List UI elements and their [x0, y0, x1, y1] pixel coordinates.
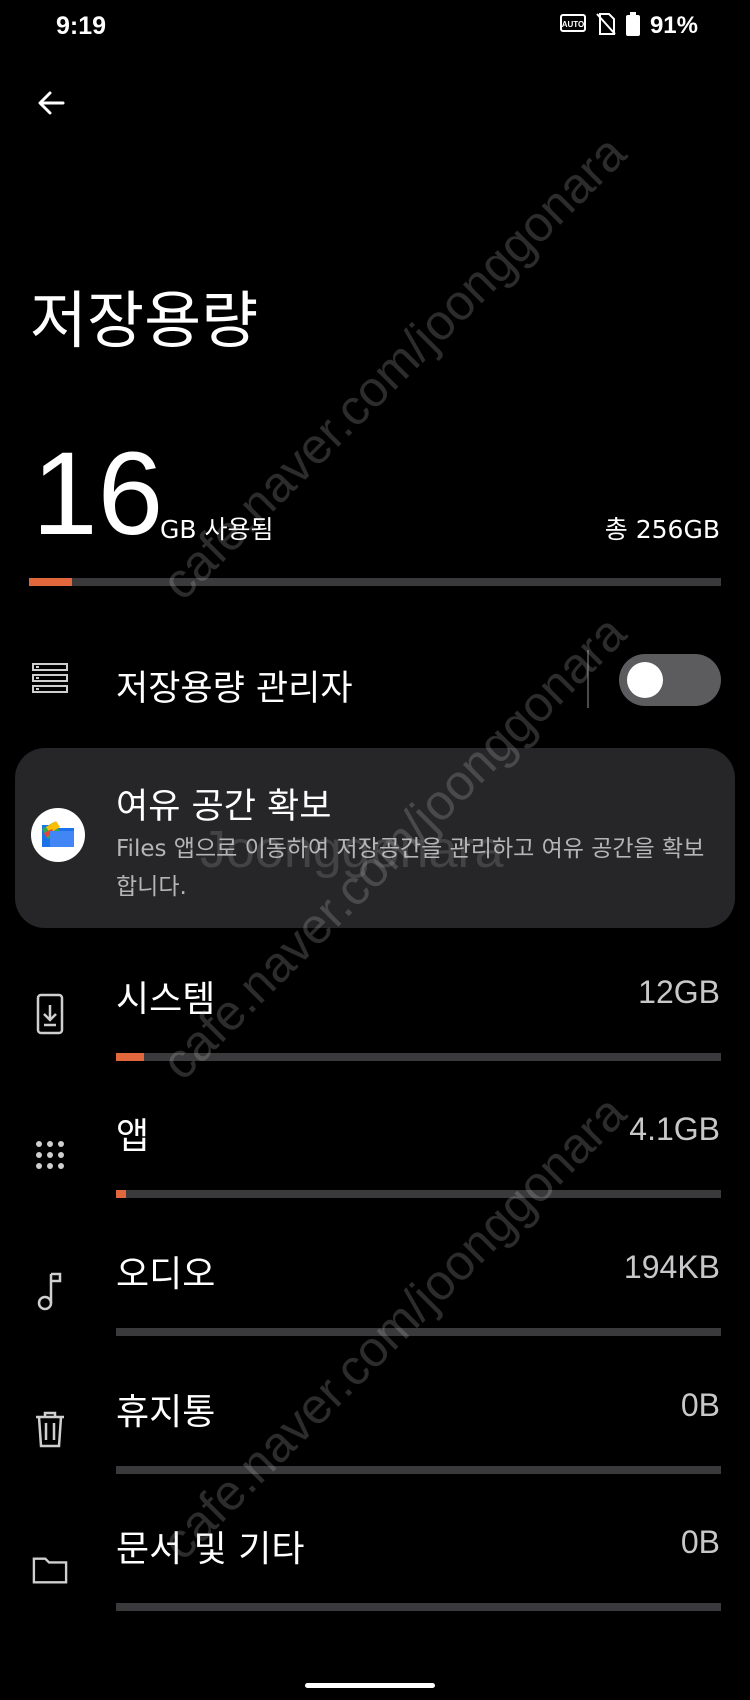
total-storage: 총 256GB [604, 515, 720, 544]
storage-list-icon [32, 660, 68, 700]
category-label: 오디오 [116, 1254, 216, 1295]
category-usage-bar [116, 1053, 721, 1061]
toggle-knob [627, 662, 663, 698]
divider [587, 650, 589, 708]
auto-brightness-icon: AUTO [559, 13, 586, 39]
storage-manager-toggle[interactable] [619, 654, 721, 706]
category-size: 12GB [638, 974, 720, 1010]
category-label: 문서 및 기타 [116, 1529, 305, 1570]
category-usage-bar [116, 1190, 721, 1198]
no-sim-icon [596, 12, 616, 40]
home-indicator[interactable] [305, 1683, 435, 1688]
category-label: 앱 [116, 1116, 150, 1157]
category-label: 시스템 [116, 979, 216, 1020]
category-usage-bar-fill [116, 1053, 145, 1061]
category-row-trash[interactable]: 휴지통 0B [0, 1383, 750, 1508]
system-update-icon [32, 990, 68, 1038]
category-row-documents[interactable]: 문서 및 기타 0B [0, 1520, 750, 1645]
category-size: 4.1GB [629, 1111, 720, 1147]
total-usage-bar-fill [29, 578, 73, 586]
free-up-space-card[interactable]: 여유 공간 확보 Files 앱으로 이동하여 저장공간을 관리하고 여유 공간… [15, 748, 735, 928]
category-size: 0B [680, 1387, 720, 1423]
category-size: 0B [680, 1524, 720, 1560]
used-storage-value: 16 [32, 428, 164, 560]
category-usage-bar [116, 1603, 721, 1611]
page-title: 저장용량 [30, 284, 259, 357]
back-arrow-icon [38, 91, 65, 115]
storage-manager-row[interactable]: 저장용량 관리자 [0, 640, 750, 720]
apps-grid-icon [32, 1131, 68, 1179]
free-up-space-description: Files 앱으로 이동하여 저장공간을 관리하고 여유 공간을 확보합니다. [116, 836, 705, 900]
status-time: 9:19 [56, 12, 107, 40]
status-icons: AUTO 91% [559, 12, 698, 40]
category-row-apps[interactable]: 앱 4.1GB [0, 1107, 750, 1232]
category-row-system[interactable]: 시스템 12GB [0, 970, 750, 1095]
category-size: 194KB [623, 1249, 720, 1285]
music-note-icon [32, 1267, 68, 1315]
trash-icon [32, 1405, 68, 1453]
svg-text:AUTO: AUTO [562, 20, 585, 29]
folder-icon [32, 1546, 68, 1594]
storage-manager-label: 저장용량 관리자 [116, 669, 353, 709]
back-button[interactable] [28, 80, 74, 126]
files-app-icon [31, 808, 85, 862]
status-bar: 9:19 AUTO 91% [0, 0, 750, 56]
category-usage-bar [116, 1328, 721, 1336]
free-up-space-title: 여유 공간 확보 [116, 787, 332, 827]
total-usage-bar [29, 578, 721, 586]
used-storage-unit: GB 사용됨 [160, 515, 274, 544]
category-row-audio[interactable]: 오디오 194KB [0, 1245, 750, 1370]
battery-percent: 91% [649, 12, 698, 39]
battery-icon [625, 12, 640, 40]
category-label: 휴지통 [116, 1392, 216, 1433]
category-usage-bar [116, 1466, 721, 1474]
category-usage-bar-fill [116, 1190, 126, 1198]
